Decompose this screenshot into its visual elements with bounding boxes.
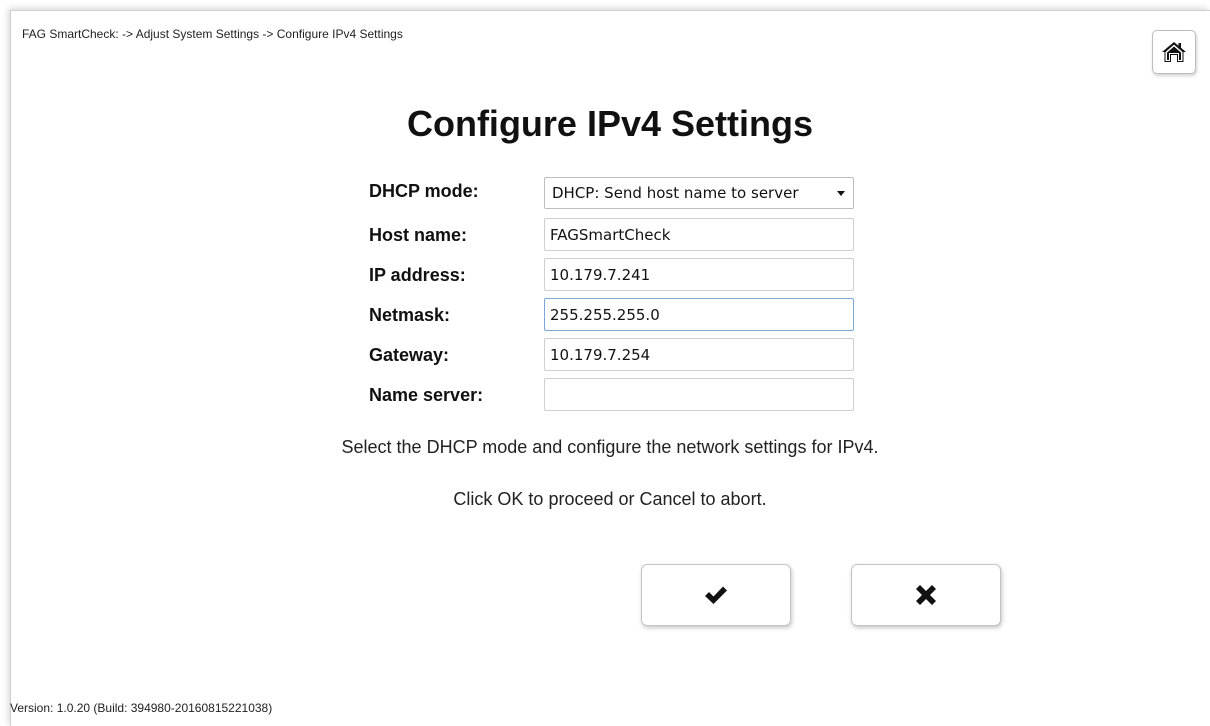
ip-address-label: IP address: bbox=[369, 265, 466, 285]
x-icon bbox=[916, 585, 936, 605]
home-button[interactable] bbox=[1152, 30, 1196, 74]
ip-address-field[interactable]: 10.179.7.241 bbox=[544, 258, 854, 291]
dhcp-mode-label: DHCP mode: bbox=[369, 181, 479, 201]
ok-button[interactable] bbox=[641, 564, 791, 626]
page-title: Configure IPv4 Settings bbox=[406, 103, 814, 144]
proceed-text: Click OK to proceed or Cancel to abort. bbox=[453, 489, 767, 509]
checkmark-icon bbox=[705, 586, 727, 604]
netmask-label: Netmask: bbox=[369, 305, 451, 325]
name-server-field[interactable] bbox=[544, 378, 854, 411]
dhcp-mode-value: DHCP: Send host name to server bbox=[552, 184, 799, 202]
instruction-text: Select the DHCP mode and configure the n… bbox=[341, 437, 879, 457]
host-name-field[interactable]: FAGSmartCheck bbox=[544, 218, 854, 251]
gateway-label: Gateway: bbox=[369, 345, 450, 365]
host-name-label: Host name: bbox=[369, 225, 468, 245]
netmask-field[interactable]: 255.255.255.0 bbox=[544, 298, 854, 331]
home-icon bbox=[1162, 42, 1186, 62]
dhcp-mode-select[interactable]: DHCP: Send host name to server bbox=[544, 177, 854, 209]
breadcrumb: FAG SmartCheck: -> Adjust System Setting… bbox=[22, 27, 403, 41]
name-server-label: Name server: bbox=[369, 385, 484, 405]
gateway-field[interactable]: 10.179.7.254 bbox=[544, 338, 854, 371]
cancel-button[interactable] bbox=[851, 564, 1001, 626]
chevron-down-icon bbox=[837, 191, 845, 196]
version-info: Version: 1.0.20 (Build: 394980-201608152… bbox=[10, 701, 273, 715]
